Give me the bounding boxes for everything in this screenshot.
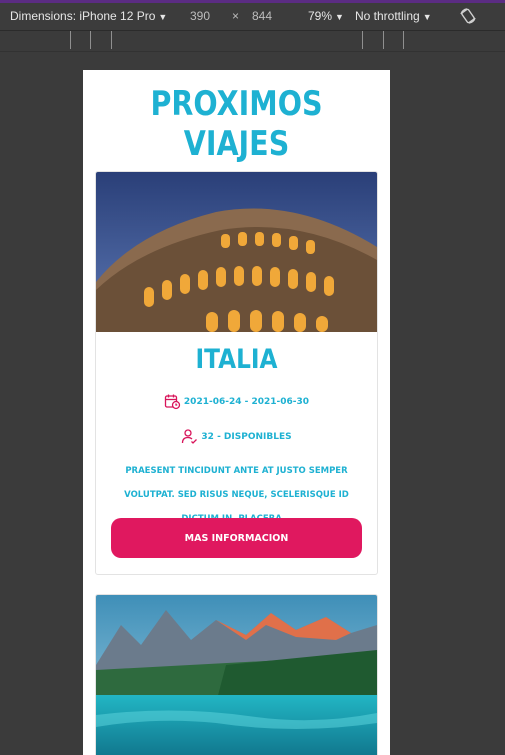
trip-card (95, 594, 378, 755)
ruler-mark[interactable] (362, 31, 363, 49)
rotate-device-icon[interactable] (459, 7, 477, 25)
caret-down-icon: ▼ (422, 12, 432, 22)
trip-card: ITALIA 2021-06-24 - 2021-06-30 32 - DISP… (95, 171, 378, 575)
media-query-ruler (0, 31, 505, 52)
user-check-icon (182, 429, 198, 444)
trip-dates: 2021-06-24 - 2021-06-30 (96, 393, 377, 410)
device-toolbar: Dimensions: iPhone 12 Pro ▼ 390 × 844 79%… (0, 3, 505, 31)
trip-dates-text: 2021-06-24 - 2021-06-30 (183, 396, 310, 407)
zoom-label: 79% (308, 9, 333, 23)
calendar-icon (164, 394, 181, 410)
height-input[interactable]: 844 (252, 9, 272, 23)
device-dimensions-dropdown[interactable]: Dimensions: iPhone 12 Pro ▼ (10, 9, 167, 23)
ruler-mark[interactable] (111, 31, 112, 49)
device-viewport: PROXIMOS VIAJES ITALIA 2021-06-24 - 2021… (83, 70, 390, 755)
trip-image-colosseum (96, 172, 377, 332)
trip-title: ITALIA (195, 344, 278, 375)
trip-image-mountain-lake (96, 595, 377, 755)
trip-availability: 32 - DISPONIBLES (96, 428, 377, 445)
trip-availability-text: 32 - DISPONIBLES (201, 431, 292, 442)
caret-down-icon: ▼ (335, 12, 344, 22)
more-info-button[interactable]: MAS INFORMACION (111, 518, 362, 558)
caret-down-icon: ▼ (158, 12, 168, 22)
ruler-mark[interactable] (403, 31, 404, 49)
zoom-dropdown[interactable]: 79% ▼ (308, 9, 344, 23)
throttling-dropdown[interactable]: No throttling ▼ (355, 9, 432, 23)
ruler-mark[interactable] (383, 31, 384, 49)
page-title: PROXIMOS VIAJES (150, 84, 323, 164)
dimension-separator: × (232, 9, 240, 23)
throttling-label: No throttling (355, 9, 420, 23)
device-dimensions-label: Dimensions: iPhone 12 Pro (10, 9, 156, 23)
ruler-mark[interactable] (90, 31, 91, 49)
width-input[interactable]: 390 (190, 9, 210, 23)
ruler-mark[interactable] (70, 31, 71, 49)
